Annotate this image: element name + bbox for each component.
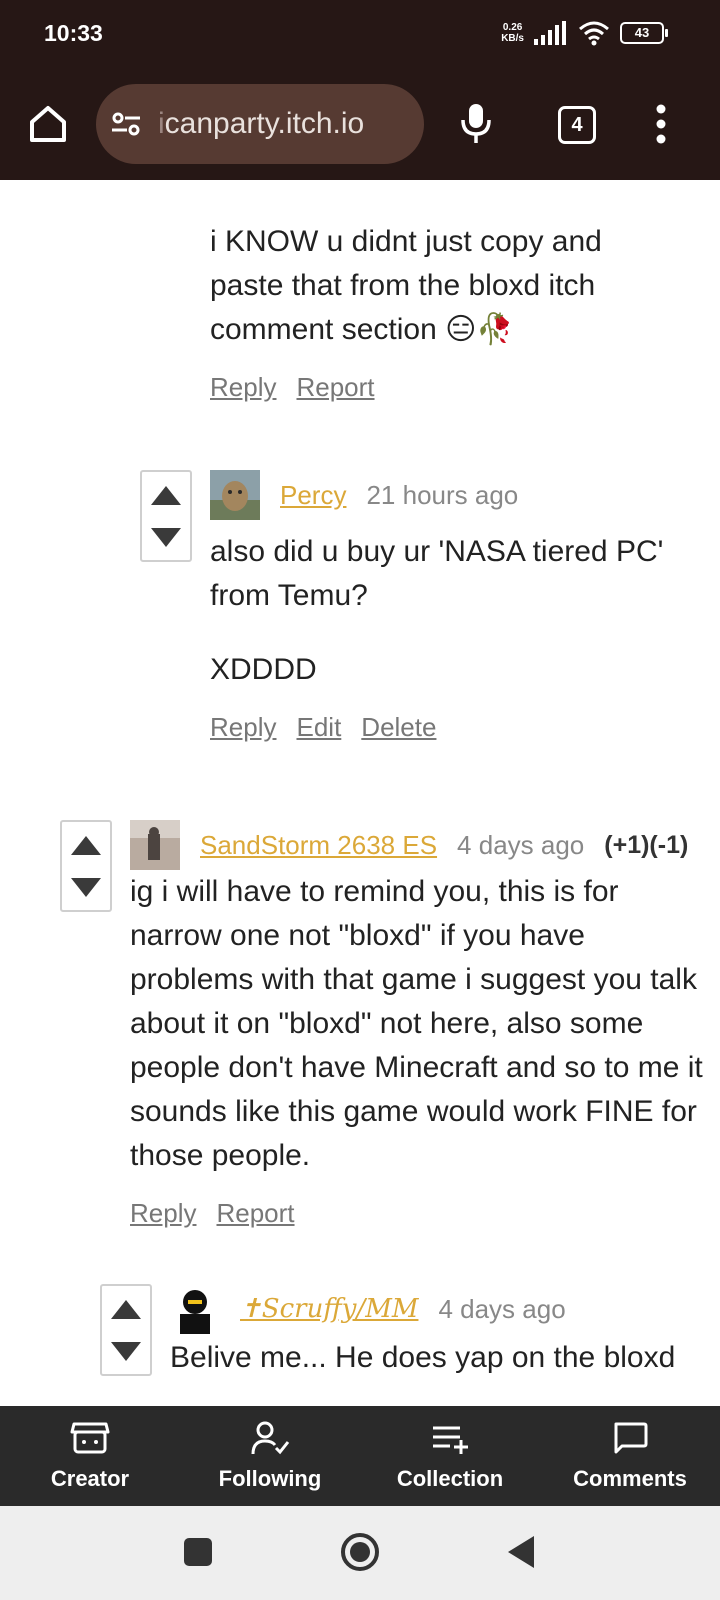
chat-bubble-icon xyxy=(614,1422,648,1454)
url-text: icanparty.itch.io xyxy=(158,107,365,140)
person-check-icon xyxy=(251,1421,290,1455)
bottom-navigation: Creator Following Collection Comments xyxy=(0,1406,720,1506)
back-icon[interactable] xyxy=(506,1534,536,1570)
tab-switcher-button[interactable]: 4 xyxy=(558,106,596,144)
reply-link[interactable]: Reply xyxy=(130,1198,196,1229)
upvote-icon[interactable] xyxy=(71,836,101,855)
vote-widget xyxy=(140,470,192,562)
reply-link[interactable]: Reply xyxy=(210,372,276,403)
comment-meta: ✝Scruffy/MM 4 days ago xyxy=(240,1284,566,1334)
upvote-icon[interactable] xyxy=(151,486,181,505)
comment-actions: Reply Edit Delete xyxy=(210,712,436,743)
site-settings-icon[interactable] xyxy=(110,108,142,140)
author-link[interactable]: SandStorm 2638 ES xyxy=(200,830,437,861)
nav-collection[interactable]: Collection xyxy=(360,1406,540,1506)
comment-body: Belive me... He does yap on the bloxd xyxy=(170,1341,676,1374)
edit-link[interactable]: Edit xyxy=(296,712,341,743)
recent-apps-icon[interactable] xyxy=(182,1536,214,1568)
wifi-icon xyxy=(579,21,609,46)
status-time: 10:33 xyxy=(44,20,103,46)
nav-following[interactable]: Following xyxy=(180,1406,360,1506)
downvote-icon[interactable] xyxy=(111,1342,141,1361)
author-link[interactable]: Percy xyxy=(280,480,346,511)
vote-widget xyxy=(60,820,112,912)
reply-link[interactable]: Reply xyxy=(210,712,276,743)
comment-body: i KNOW u didnt just copy and paste that … xyxy=(210,225,602,346)
vote-widget xyxy=(100,1284,152,1376)
comment-timestamp: 21 hours ago xyxy=(366,479,519,510)
home-circle-icon[interactable] xyxy=(340,1532,380,1572)
home-icon[interactable] xyxy=(26,102,70,146)
battery-indicator: 43 xyxy=(620,22,668,44)
comment-body: also did u buy ur 'NASA tiered PC' from … xyxy=(210,535,664,686)
comments-list: i KNOW u didnt just copy and paste that … xyxy=(0,180,720,1406)
comment-meta: Percy 21 hours ago xyxy=(280,470,518,520)
nav-creator[interactable]: Creator xyxy=(0,1406,180,1506)
address-bar[interactable]: icanparty.itch.io xyxy=(96,84,424,164)
nav-comments[interactable]: Comments xyxy=(540,1406,720,1506)
browser-top-bar: 10:33 0.26 KB/s 43 icanparty.itch.io 4 xyxy=(0,0,720,180)
report-link[interactable]: Report xyxy=(216,1198,294,1229)
report-link[interactable]: Report xyxy=(296,372,374,403)
status-icons: 0.26 KB/s 43 xyxy=(501,20,668,46)
avatar[interactable] xyxy=(130,820,180,870)
comment-meta: SandStorm 2638 ES 4 days ago (+1)(-1) xyxy=(200,820,688,870)
signal-icon xyxy=(534,21,566,45)
upvote-icon[interactable] xyxy=(111,1300,141,1319)
avatar[interactable] xyxy=(170,1284,220,1334)
storefront-icon xyxy=(70,1422,110,1454)
network-speed: 0.26 KB/s xyxy=(501,22,524,44)
comment-body: ig i will have to remind you, this is fo… xyxy=(130,875,703,1172)
comment-actions: Reply Report xyxy=(130,1198,295,1229)
comment-actions: Reply Report xyxy=(210,372,375,403)
downvote-icon[interactable] xyxy=(151,528,181,547)
comment-timestamp: 4 days ago xyxy=(457,829,585,860)
avatar[interactable] xyxy=(210,470,260,520)
microphone-icon[interactable] xyxy=(460,102,492,144)
more-options-icon[interactable] xyxy=(656,104,666,144)
system-navigation-bar xyxy=(0,1506,720,1600)
comment-timestamp: 4 days ago xyxy=(438,1293,566,1324)
downvote-icon[interactable] xyxy=(71,878,101,897)
author-link[interactable]: ✝Scruffy/MM xyxy=(240,1294,418,1324)
vote-count: (+1)(-1) xyxy=(604,830,689,859)
delete-link[interactable]: Delete xyxy=(361,712,436,743)
playlist-add-icon xyxy=(433,1426,468,1454)
